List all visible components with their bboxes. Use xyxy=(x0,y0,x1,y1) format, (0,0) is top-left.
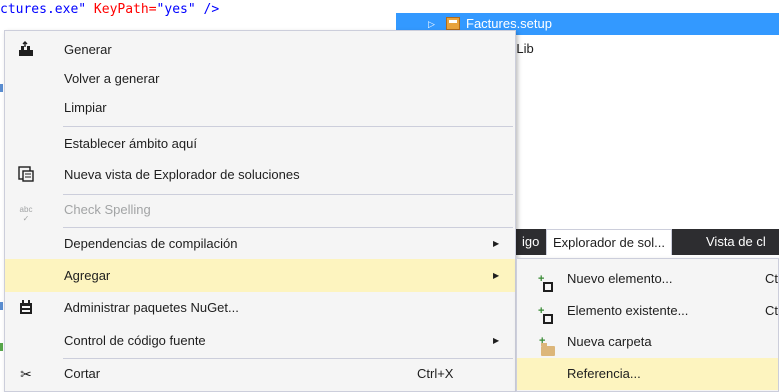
spell-check-icon: abc ✓ xyxy=(19,205,33,223)
gutter-marker xyxy=(0,343,3,351)
context-menu: Generar Volver a generar Limpiar Estable… xyxy=(4,30,516,392)
agregar-submenu: + Nuevo elemento... Ct + Elemento existe… xyxy=(516,258,779,392)
menu-item-establecer-ambito[interactable]: Establecer ámbito aquí xyxy=(5,127,515,160)
menu-item-shortcut: Ct xyxy=(765,271,778,286)
menu-item-label: Dependencias de compilación xyxy=(64,236,238,251)
new-folder-icon: + xyxy=(529,334,555,356)
menu-item-shortcut: Ctrl+X xyxy=(417,366,454,381)
menu-item-label: Cortar xyxy=(64,366,101,381)
scissors-icon: ✂ xyxy=(20,366,32,382)
code-value: "yes" xyxy=(156,2,196,17)
menu-item-shortcut: Ct xyxy=(765,303,778,318)
menu-item-label: Limpiar xyxy=(64,100,107,115)
menu-item-limpiar[interactable]: Limpiar xyxy=(5,91,515,124)
menu-item-nuevo-elemento[interactable]: + Nuevo elemento... Ct xyxy=(517,263,778,295)
menu-item-label: Nueva carpeta xyxy=(567,334,652,349)
submenu-arrow-icon: ▶ xyxy=(493,271,500,280)
code-line: ctures.exe" KeyPath="yes" /> xyxy=(0,2,219,17)
menu-item-check-spelling[interactable]: abc ✓ Check Spelling xyxy=(5,193,515,226)
menu-item-nueva-vista[interactable]: Nueva vista de Explorador de soluciones xyxy=(5,158,515,191)
menu-item-cortar[interactable]: ✂ Cortar Ctrl+X xyxy=(5,357,515,390)
menu-item-label: Check Spelling xyxy=(64,202,151,217)
code-suffix: /> xyxy=(195,2,220,17)
tab-solution-explorer[interactable]: Explorador de sol... xyxy=(546,229,673,255)
gutter-marker xyxy=(0,84,3,92)
menu-item-label: Agregar xyxy=(64,268,111,283)
menu-item-label: Elemento existente... xyxy=(567,303,689,318)
existing-item-icon: + xyxy=(529,303,553,324)
build-icon xyxy=(17,41,35,59)
gutter-marker xyxy=(0,302,3,310)
tree-top-clipped-row xyxy=(396,0,779,10)
nuget-icon xyxy=(17,299,35,317)
code-attribute: KeyPath= xyxy=(93,2,157,17)
menu-item-label: Control de código fuente xyxy=(64,333,206,348)
menu-item-nuget[interactable]: Administrar paquetes NuGet... xyxy=(5,291,515,324)
menu-item-label: Establecer ámbito aquí xyxy=(64,136,197,151)
menu-item-elemento-existente[interactable]: + Elemento existente... Ct xyxy=(517,295,778,327)
menu-item-referencia[interactable]: Referencia... xyxy=(517,358,778,390)
menu-item-dependencias[interactable]: Dependencias de compilación ▶ xyxy=(5,227,515,260)
setup-project-icon xyxy=(446,17,460,30)
code-prefix: ctures.exe" xyxy=(0,2,87,17)
menu-item-label: Referencia... xyxy=(567,366,641,381)
menu-item-label: Administrar paquetes NuGet... xyxy=(64,300,239,315)
tab-code[interactable]: igo xyxy=(516,229,545,255)
menu-item-agregar[interactable]: Agregar ▶ xyxy=(5,259,515,292)
menu-item-control-codigo[interactable]: Control de código fuente ▶ xyxy=(5,324,515,357)
menu-item-nueva-carpeta[interactable]: + Nueva carpeta xyxy=(517,326,778,358)
new-item-icon: + xyxy=(529,271,553,292)
new-view-icon xyxy=(17,166,35,184)
menu-item-label: Nuevo elemento... xyxy=(567,271,673,286)
menu-item-label: Nueva vista de Explorador de soluciones xyxy=(64,167,300,182)
tab-class-view[interactable]: Vista de cl xyxy=(700,229,772,255)
submenu-arrow-icon: ▶ xyxy=(493,336,500,345)
submenu-arrow-icon: ▶ xyxy=(493,239,500,248)
